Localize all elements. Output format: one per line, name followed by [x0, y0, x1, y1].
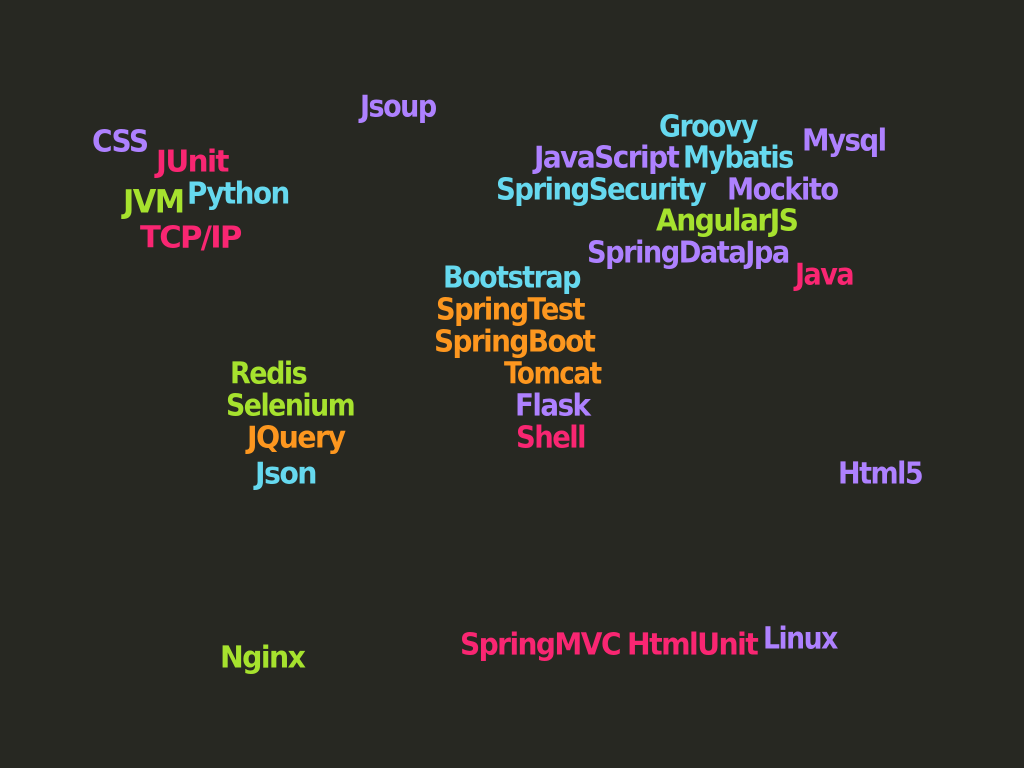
word-javascript: JavaScript	[534, 140, 680, 176]
word-junit: JUnit	[156, 144, 229, 180]
word-springtest: SpringTest	[436, 292, 586, 328]
word-flask: Flask	[515, 388, 591, 424]
word-html5: Html5	[838, 456, 924, 492]
word-mysql: Mysql	[802, 123, 887, 159]
word-linux: Linux	[763, 621, 838, 657]
word-nginx: Nginx	[220, 640, 306, 676]
word-tcp-ip: TCP/IP	[140, 220, 242, 256]
word-css: CSS	[92, 124, 149, 160]
word-selenium: Selenium	[226, 388, 356, 424]
word-cloud: Jsoup CSS JUnit JVM Python TCP/IP Groovy…	[0, 0, 1024, 768]
word-jsoup: Jsoup	[360, 89, 437, 125]
word-tomcat: Tomcat	[504, 356, 602, 392]
word-angularjs: AngularJS	[656, 203, 799, 239]
word-jvm: JVM	[123, 182, 185, 221]
word-json: Json	[255, 456, 317, 492]
word-java: Java	[795, 257, 855, 293]
word-python: Python	[187, 176, 290, 212]
word-groovy: Groovy	[659, 109, 758, 145]
word-mybatis: Mybatis	[683, 140, 794, 176]
word-htmlunit: HtmlUnit	[627, 627, 759, 663]
word-jquery: JQuery	[247, 420, 346, 456]
word-springmvc: SpringMVC	[460, 627, 622, 663]
word-mockito: Mockito	[727, 172, 839, 208]
word-redis: Redis	[230, 356, 308, 392]
word-bootstrap: Bootstrap	[443, 260, 581, 296]
word-springsecurity: SpringSecurity	[496, 172, 707, 208]
word-springdatajpa: SpringDataJpa	[587, 235, 790, 271]
word-shell: Shell	[516, 420, 587, 456]
word-springboot: SpringBoot	[434, 324, 596, 360]
